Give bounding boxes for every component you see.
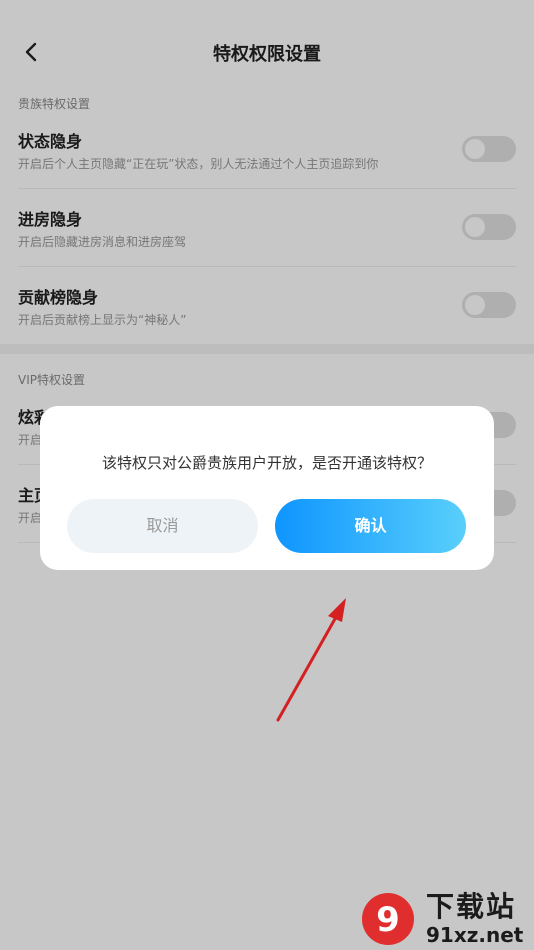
watermark: 9 下载站 91xz.net	[360, 885, 534, 950]
watermark-badge-text: 9	[376, 900, 400, 940]
watermark-logo-icon: 9	[362, 893, 414, 945]
confirm-dialog: 该特权只对公爵贵族用户开放，是否开通该特权？ 取消 确认	[40, 406, 494, 570]
watermark-name: 下载站	[426, 890, 517, 923]
cancel-button[interactable]: 取消	[67, 499, 258, 553]
confirm-button[interactable]: 确认	[275, 499, 466, 553]
dialog-message: 该特权只对公爵贵族用户开放，是否开通该特权？	[101, 454, 432, 472]
watermark-url: 91xz.net	[426, 923, 524, 947]
red-arrow-annotation	[276, 598, 346, 722]
